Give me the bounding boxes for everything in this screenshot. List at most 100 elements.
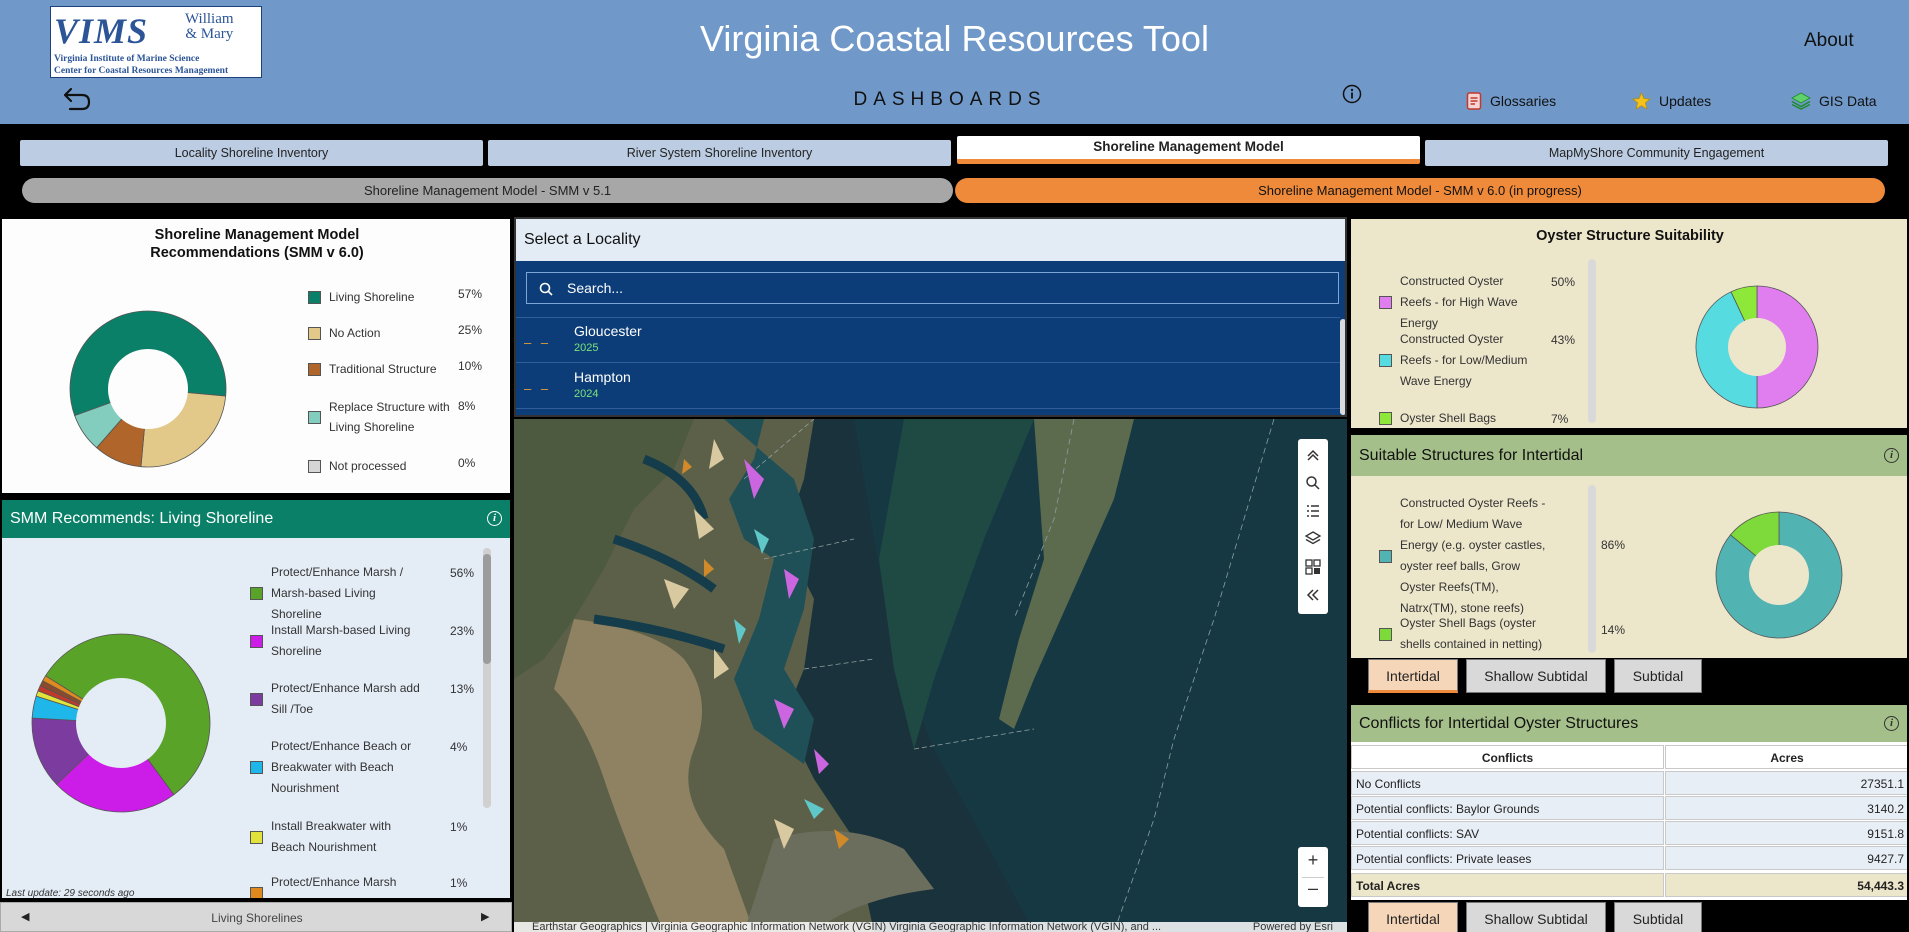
- legend-swatch: [1379, 627, 1392, 641]
- chevrons-up-icon[interactable]: [1303, 445, 1323, 465]
- legend-percent: 43%: [1551, 333, 1576, 347]
- gis-data-link[interactable]: GIS Data: [1791, 92, 1877, 110]
- dashboards-label: DASHBOARDS: [853, 89, 1047, 110]
- layers-icon[interactable]: [1303, 529, 1323, 549]
- living-legend-item[interactable]: Install Marsh-based Living Shoreline: [250, 620, 420, 662]
- oyster-legend-item[interactable]: Constructed Oyster Reefs - for High Wave…: [1379, 271, 1529, 334]
- search-icon[interactable]: [1303, 473, 1323, 493]
- oyster-scrollbar[interactable]: [1588, 259, 1596, 423]
- search-input[interactable]: Search...: [526, 272, 1339, 304]
- info-icon[interactable]: i: [1884, 448, 1899, 463]
- legend-swatch: [250, 634, 263, 648]
- zoom-in-button[interactable]: +: [1298, 850, 1328, 871]
- smm-recommendations-panel: Shoreline Management Model Recommendation…: [0, 217, 512, 495]
- list-icon[interactable]: [1303, 501, 1323, 521]
- satellite-map: [514, 419, 1347, 932]
- legend-percent: 8%: [458, 399, 476, 413]
- living-donut-chart: [31, 633, 211, 813]
- smm-legend-item[interactable]: Living Shoreline: [308, 287, 458, 307]
- glossary-icon: [1466, 92, 1482, 110]
- legend-label: Install Marsh-based Living Shoreline: [271, 623, 411, 658]
- intertidal-structures-panel: Suitable Structures for Intertidal i Con…: [1349, 433, 1909, 660]
- oyster-legend-item[interactable]: Oyster Shell Bags: [1379, 408, 1529, 428]
- logo-line2: Center for Coastal Resources Management: [54, 66, 229, 76]
- tab-smm-v60[interactable]: Shoreline Management Model - SMM v 6.0 (…: [955, 178, 1885, 203]
- legend-label: Constructed Oyster Reefs - for Low/Mediu…: [1400, 332, 1528, 388]
- living-scrollbar[interactable]: [483, 548, 491, 808]
- dash-icon: – –: [524, 381, 552, 396]
- legend-swatch: [308, 290, 321, 304]
- living-legend-item[interactable]: Protect/Enhance Beach or Breakwater with…: [250, 736, 420, 799]
- legend-label: Protect/Enhance Marsh / Marsh-based Livi…: [271, 565, 404, 621]
- locality-item-gloucester[interactable]: – – Gloucester 2025: [516, 318, 1340, 362]
- tab-smm-v51[interactable]: Shoreline Management Model - SMM v 5.1: [22, 178, 953, 203]
- page-title: Virginia Coastal Resources Tool: [700, 18, 1209, 59]
- pager-next-icon[interactable]: ▶: [481, 910, 489, 923]
- locality-item-hampton[interactable]: – – Hampton 2024: [516, 364, 1340, 408]
- legend-percent: 50%: [1551, 275, 1576, 289]
- table-row-value: 3140.2: [1665, 796, 1907, 820]
- table-row-value: 9427.7: [1665, 846, 1907, 870]
- map-attribution: Earthstar Geographics | Virginia Geograp…: [514, 922, 1347, 932]
- collapse-icon[interactable]: [1303, 585, 1323, 605]
- legend-swatch: [1379, 412, 1392, 425]
- info-icon[interactable]: [1342, 84, 1362, 104]
- legend-label: Oyster Shell Bags: [1400, 411, 1497, 425]
- oyster-legend-item[interactable]: Constructed Oyster Reefs - for Low/Mediu…: [1379, 329, 1529, 392]
- info-icon[interactable]: i: [1884, 716, 1899, 731]
- locality-scrollbar[interactable]: [1340, 319, 1345, 415]
- info-icon[interactable]: i: [487, 511, 502, 526]
- tab-locality-shoreline[interactable]: Locality Shoreline Inventory: [20, 140, 483, 166]
- legend-label: Protect/Enhance Marsh add Sill /Toe: [271, 681, 420, 716]
- smm-legend-item[interactable]: Not processed: [308, 456, 458, 476]
- legend-percent: 10%: [458, 359, 483, 373]
- legend-percent: 23%: [450, 624, 475, 638]
- smm-legend-item[interactable]: No Action: [308, 323, 458, 343]
- layers-icon: [1791, 92, 1811, 110]
- total-value: 54,443.3: [1665, 873, 1907, 897]
- glossaries-link[interactable]: Glossaries: [1466, 92, 1556, 110]
- living-legend-item[interactable]: Protect/Enhance Marsh add Sill /Toe: [250, 678, 420, 720]
- conflicts-tab-shallow-subtidal[interactable]: Shallow Subtidal: [1466, 902, 1606, 932]
- zoom-out-button[interactable]: –: [1298, 878, 1328, 899]
- legend-percent: 25%: [458, 323, 483, 337]
- locality-panel: Select a Locality Search... – – Gloucest…: [514, 217, 1347, 417]
- living-legend-item[interactable]: Install Breakwater with Beach Nourishmen…: [250, 816, 420, 858]
- search-placeholder: Search...: [567, 280, 624, 296]
- oyster-title: Oyster Structure Suitability: [1536, 228, 1724, 244]
- smm-legend-item[interactable]: Replace Structure with Living Shoreline: [308, 397, 458, 437]
- legend-percent: 86%: [1601, 538, 1626, 552]
- legend-percent: 13%: [450, 682, 475, 696]
- legend-label: Protect/Enhance Beach or Breakwater with…: [271, 739, 412, 795]
- tab-shoreline-management[interactable]: Shoreline Management Model: [957, 136, 1420, 164]
- legend-label: Traditional Structure: [329, 362, 437, 376]
- table-header: Conflicts: [1351, 745, 1664, 769]
- legend-swatch: [250, 692, 263, 706]
- smm-legend-item[interactable]: Traditional Structure: [308, 359, 458, 379]
- living-legend-item[interactable]: Protect/Enhance Marsh with: [250, 872, 420, 898]
- intertidal-tab-shallow-subtidal[interactable]: Shallow Subtidal: [1466, 659, 1606, 693]
- table-header: Acres: [1665, 745, 1907, 769]
- legend-percent: 14%: [1601, 623, 1626, 637]
- legend-label: Constructed Oyster Reefs - for Low/ Medi…: [1400, 496, 1546, 615]
- living-shoreline-panel: SMM Recommends: Living Shoreline i Prote…: [0, 498, 512, 900]
- about-link[interactable]: About: [1804, 30, 1854, 52]
- qr-icon[interactable]: [1303, 557, 1323, 577]
- back-icon[interactable]: [62, 86, 92, 112]
- conflicts-tab-intertidal[interactable]: Intertidal: [1368, 902, 1458, 932]
- intertidal-legend-item[interactable]: Constructed Oyster Reefs - for Low/ Medi…: [1379, 493, 1549, 619]
- intertidal-scrollbar[interactable]: [1588, 485, 1596, 653]
- legend-percent: 1%: [450, 820, 468, 834]
- tab-mapmyshore[interactable]: MapMyShore Community Engagement: [1425, 140, 1888, 166]
- tab-river-system[interactable]: River System Shoreline Inventory: [488, 140, 951, 166]
- intertidal-tab-subtidal[interactable]: Subtidal: [1614, 659, 1702, 693]
- legend-swatch: [250, 830, 263, 844]
- intertidal-legend-item[interactable]: Oyster Shell Bags (oyster shells contain…: [1379, 613, 1549, 655]
- updates-link[interactable]: Updates: [1632, 92, 1711, 110]
- star-icon: [1632, 92, 1651, 110]
- intertidal-tab-intertidal[interactable]: Intertidal: [1368, 659, 1458, 693]
- map-view[interactable]: + – Earthstar Geographics | Virginia Geo…: [514, 419, 1347, 932]
- conflicts-tab-subtidal[interactable]: Subtidal: [1614, 902, 1702, 932]
- legend-label: Constructed Oyster Reefs - for High Wave…: [1400, 274, 1518, 330]
- living-legend-item[interactable]: Protect/Enhance Marsh / Marsh-based Livi…: [250, 562, 420, 625]
